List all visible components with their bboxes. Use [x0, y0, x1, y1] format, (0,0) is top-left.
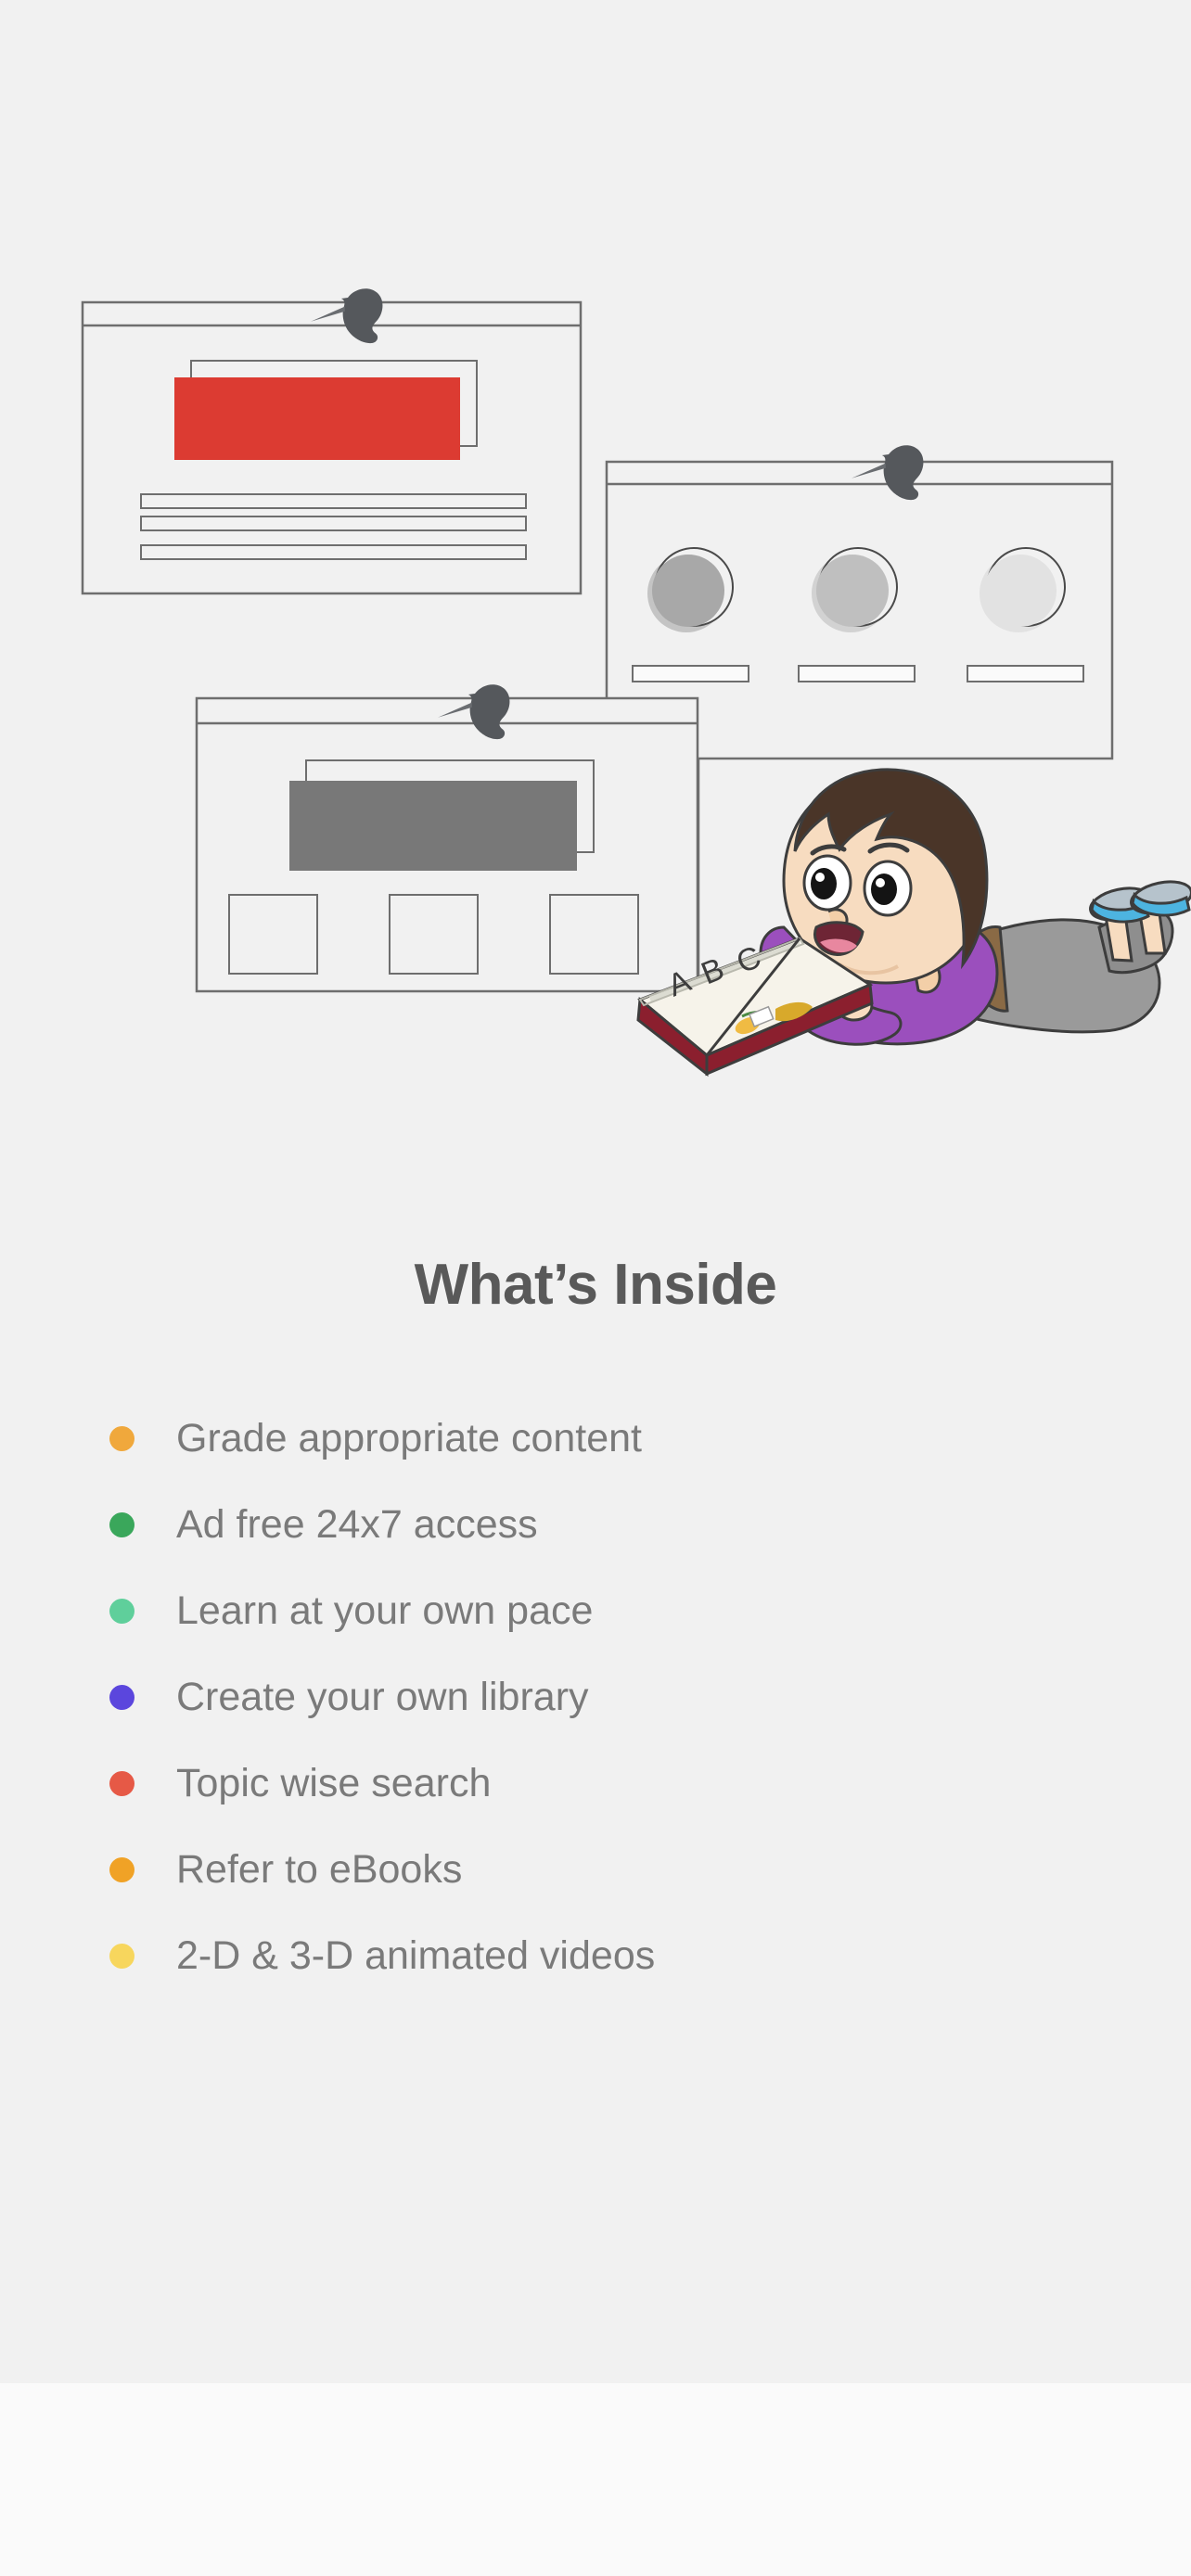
feature-label: Learn at your own pace	[176, 1588, 594, 1633]
card-accent-block	[289, 781, 577, 871]
illustration-card-text-article	[81, 281, 583, 595]
child-reading-book-illustration: A B C	[636, 768, 1191, 1078]
bottom-band	[0, 2383, 1191, 2576]
hero-illustration: A B C	[0, 0, 1191, 1159]
list-item: Topic wise search	[109, 1741, 1083, 1827]
list-item: Refer to eBooks	[109, 1827, 1083, 1913]
bullet-dot-icon	[109, 1771, 134, 1796]
bullet-dot-icon	[109, 1857, 134, 1882]
list-item: Learn at your own pace	[109, 1568, 1083, 1654]
feature-label: Create your own library	[176, 1675, 589, 1719]
page-title: What’s Inside	[414, 1253, 777, 1317]
bullet-dot-icon	[109, 1685, 134, 1710]
bullet-dot-icon	[109, 1512, 134, 1537]
features-list: Grade appropriate content Ad free 24x7 a…	[109, 1396, 1083, 1999]
list-item: Create your own library	[109, 1654, 1083, 1741]
bullet-dot-icon	[109, 1426, 134, 1451]
bullet-dot-icon	[109, 1599, 134, 1624]
list-item: 2-D & 3-D animated videos	[109, 1913, 1083, 1999]
card-accent-block	[174, 377, 460, 460]
feature-label: Topic wise search	[176, 1761, 492, 1805]
feature-label: Grade appropriate content	[176, 1416, 642, 1460]
bullet-dot-icon	[109, 1944, 134, 1969]
feature-label: Ad free 24x7 access	[176, 1502, 538, 1547]
list-item: Ad free 24x7 access	[109, 1482, 1083, 1568]
list-item: Grade appropriate content	[109, 1396, 1083, 1482]
feature-label: 2-D & 3-D animated videos	[176, 1933, 656, 1978]
feature-label: Refer to eBooks	[176, 1847, 463, 1892]
illustration-card-gallery	[195, 677, 699, 993]
